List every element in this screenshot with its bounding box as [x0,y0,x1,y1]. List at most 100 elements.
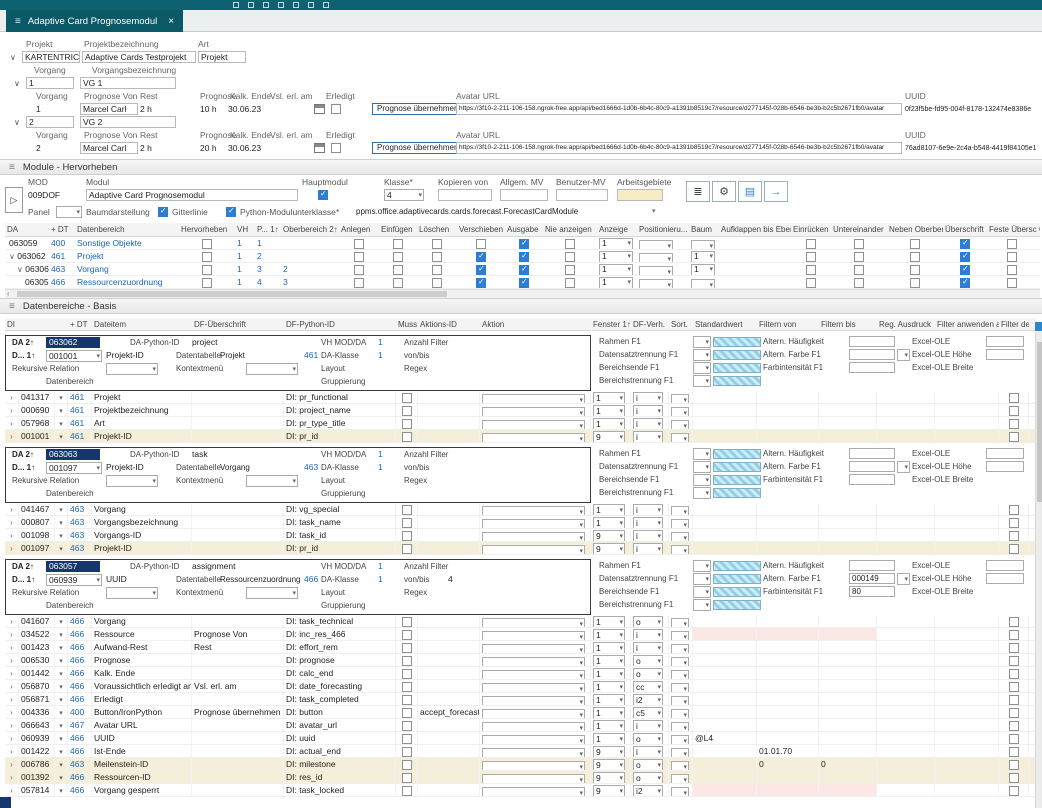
filtern-von[interactable]: 0 [757,758,819,770]
standardwert[interactable] [693,417,757,429]
column-header-aufk[interactable]: Aufklappen bis Ebene [719,223,791,236]
gitterlinie-checkbox[interactable] [158,207,168,217]
filtern-bis[interactable] [819,404,877,416]
expand-icon[interactable]: › [10,406,13,415]
anlegen-checkbox[interactable] [354,239,364,249]
aktion-dropdown[interactable]: ▾ [482,618,585,627]
filter-anwenden-auf[interactable] [935,719,999,731]
dateitem-row[interactable]: › 006530 ▾ 466 Prognose DI: prognose ▾ 1… [5,654,1037,667]
standardwert[interactable] [693,667,757,679]
chevron-down-icon[interactable]: ▾ [59,788,63,795]
fenster-dropdown[interactable]: 1▾ [593,405,625,416]
da-table-row[interactable]: 063059 400 Sonstige Objekte 1 1 1▾▾▾ [5,237,1040,250]
color-swatch[interactable] [713,475,761,485]
vorgangsbezeichnung-input[interactable]: VG 1 [80,77,176,89]
filtern-bis[interactable] [819,667,877,679]
sort-dropdown[interactable]: ▾ [671,394,689,403]
filter-anwenden-auf[interactable] [935,745,999,757]
reg-ausdruck[interactable] [877,628,935,640]
filtern-bis[interactable] [819,430,877,442]
untereinander-checkbox[interactable] [854,239,864,249]
filter-deaktiviert-checkbox[interactable] [1009,708,1019,718]
sort-dropdown[interactable]: ▾ [671,519,689,528]
column-header-baum[interactable]: Baum [689,223,719,236]
filtern-bis[interactable] [819,706,877,718]
filter-deaktiviert-checkbox[interactable] [1009,419,1019,429]
filter-anwenden-auf[interactable] [935,516,999,528]
positionierung-dropdown[interactable]: ▾ [639,279,673,289]
expand-icon[interactable]: › [10,617,13,626]
reg-ausdruck[interactable] [877,641,935,653]
baum-dropdown[interactable]: 1▾ [691,251,715,263]
color-swatch[interactable] [713,561,761,571]
filter-anwenden-auf[interactable] [935,641,999,653]
anzeige-dropdown[interactable]: 1▾ [599,264,633,276]
dateitem-row[interactable]: › 001442 ▾ 466 Kalk. Ende DI: calc_end ▾… [5,667,1037,680]
filter-anwenden-auf[interactable] [935,404,999,416]
reg-ausdruck[interactable] [877,615,935,627]
standardwert[interactable] [693,784,757,796]
assignment-row[interactable]: 2 Marcel Carl 2 h 20 h 30.06.23 Prognose… [0,142,1042,155]
loeschen-checkbox[interactable] [432,278,442,288]
column-header-ueb[interactable]: Überschrift [943,223,987,236]
expand-icon[interactable]: ∨ [14,116,20,129]
standardwert[interactable] [693,529,757,541]
reg-ausdruck[interactable] [877,667,935,679]
altern-farbe-dropdown[interactable]: ▾ [897,349,910,361]
muss-checkbox[interactable] [402,734,412,744]
dateitem-row[interactable]: › 041607 ▾ 466 Vorgang DI: task_technica… [5,615,1037,628]
python-unterklasse-checkbox[interactable] [226,207,236,217]
filter-anwenden-auf[interactable] [935,430,999,442]
column-header-fdeak[interactable]: Filter deak... [999,318,1029,330]
da-id-chip[interactable]: 063057 [46,561,100,572]
fenster-dropdown[interactable]: 1▾ [593,668,625,679]
sort-dropdown[interactable]: ▾ [671,722,689,731]
filter-deaktiviert-checkbox[interactable] [1009,544,1019,554]
filtern-bis[interactable] [819,516,877,528]
reg-ausdruck[interactable] [877,391,935,403]
muss-checkbox[interactable] [402,708,412,718]
run-module-button[interactable]: ▷ [5,187,23,213]
expand-icon[interactable]: › [10,682,13,691]
dateitem-row[interactable]: › 001098 ▾ 463 Vorgangs-ID DI: task_id ▾… [5,529,1037,542]
chevron-down-icon[interactable]: ▾ [59,408,63,415]
grid-icon[interactable] [248,2,254,8]
vorgang-input[interactable]: 2 [26,116,74,128]
reg-ausdruck[interactable] [877,758,935,770]
sort-dropdown[interactable]: ▾ [671,420,689,429]
sort-dropdown[interactable]: ▾ [671,545,689,554]
fenster-dropdown[interactable]: 1▾ [593,504,625,515]
reg-ausdruck[interactable] [877,732,935,744]
fenster-dropdown[interactable]: 1▾ [593,720,625,731]
filtern-von[interactable] [757,706,819,718]
einruecken-checkbox[interactable] [806,252,816,262]
da-table-row[interactable]: ∨ 063062 461 Projekt 1 2 1▾▾1▾ [5,250,1040,263]
df-verh-dropdown[interactable]: o▾ [633,616,663,627]
di-dropdown[interactable]: 060939▾ [46,574,102,586]
trennung-dropdown[interactable]: ▾ [693,375,711,387]
filtern-bis[interactable] [819,719,877,731]
sort-dropdown[interactable]: ▾ [671,433,689,442]
filter-deaktiviert-checkbox[interactable] [1009,630,1019,640]
column-header-da[interactable]: DA [5,223,49,236]
tab-adaptive-card-prognosemodul[interactable]: ≡ Adaptive Card Prognosemodul × [6,10,183,32]
column-header-p[interactable]: P... 1↑ [255,223,281,236]
expand-icon[interactable]: › [10,773,13,782]
trennung-dropdown[interactable]: ▾ [693,362,711,374]
modul-input[interactable]: Adaptive Card Prognosemodul [86,189,298,201]
loeschen-checkbox[interactable] [432,239,442,249]
expand-icon[interactable]: › [10,432,13,441]
aktion-dropdown[interactable]: ▾ [482,787,585,796]
aktion-dropdown[interactable]: ▾ [482,631,585,640]
hervorheben-checkbox[interactable] [202,252,212,262]
excel-ole-input[interactable] [986,336,1024,347]
dateitem-row[interactable]: › 001392 ▾ 466 Ressourcen-ID DI: res_id … [5,771,1037,784]
df-verh-dropdown[interactable]: i▾ [633,746,663,757]
dateitem-row[interactable]: › 041317 ▾ 461 Projekt DI: pr_functional… [5,391,1037,404]
sort-dropdown[interactable]: ▾ [671,683,689,692]
filtern-von[interactable] [757,529,819,541]
untereinander-checkbox[interactable] [854,252,864,262]
filter-deaktiviert-checkbox[interactable] [1009,617,1019,627]
filtern-bis[interactable] [819,745,877,757]
df-verh-dropdown[interactable]: cc▾ [633,681,663,692]
